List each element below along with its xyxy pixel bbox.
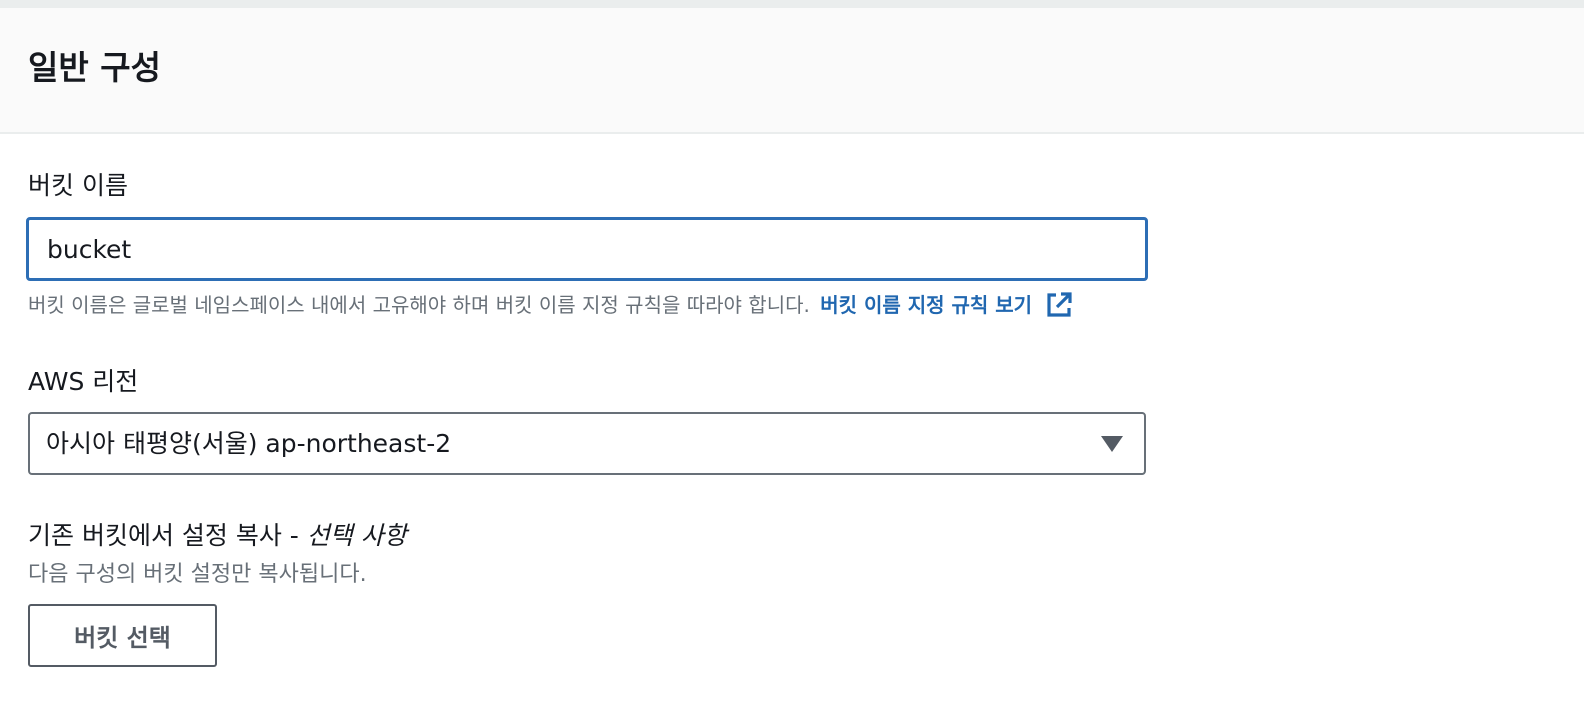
bucket-name-hint-text: 버킷 이름은 글로벌 네임스페이스 내에서 고유해야 하며 버킷 이름 지정 규…	[28, 293, 810, 317]
aws-region-selected-value: 아시아 태평양(서울) ap-northeast-2	[46, 429, 452, 458]
copy-settings-description: 다음 구성의 버킷 설정만 복사됩니다.	[28, 562, 367, 587]
section-title: 일반 구성	[28, 48, 161, 87]
external-link-icon	[1047, 292, 1072, 317]
top-divider	[0, 0, 1584, 8]
bucket-name-input[interactable]	[26, 217, 1148, 281]
aws-region-label: AWS 리전	[28, 367, 139, 396]
bucket-name-label: 버킷 이름	[28, 171, 128, 200]
naming-rules-link-label: 버킷 이름 지정 규칙 보기	[820, 293, 1033, 317]
choose-bucket-button[interactable]: 버킷 선택	[28, 604, 217, 667]
naming-rules-link[interactable]: 버킷 이름 지정 규칙 보기	[820, 292, 1073, 317]
copy-settings-label-text: 기존 버킷에서 설정 복사 -	[28, 521, 307, 550]
caret-down-icon	[1101, 436, 1123, 452]
optional-tag: 선택 사항	[306, 521, 407, 550]
aws-region-select[interactable]: 아시아 태평양(서울) ap-northeast-2	[28, 412, 1146, 475]
section-header: 일반 구성	[0, 8, 1584, 134]
bucket-name-hint: 버킷 이름은 글로벌 네임스페이스 내에서 고유해야 하며 버킷 이름 지정 규…	[28, 290, 1073, 320]
copy-settings-label: 기존 버킷에서 설정 복사 - 선택 사항	[28, 520, 407, 552]
